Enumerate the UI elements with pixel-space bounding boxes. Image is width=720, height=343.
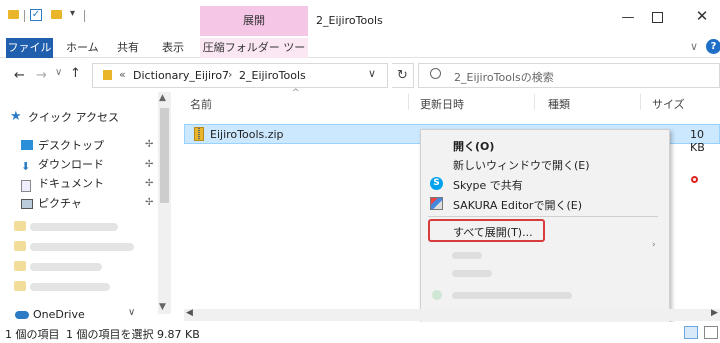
pin-icon: ✢: [145, 139, 154, 150]
tab-share[interactable]: 共有: [117, 38, 139, 58]
star-icon: ★: [10, 109, 22, 124]
menu-item-open-new-window[interactable]: 新しいウィンドウで開く(E): [453, 157, 590, 173]
zipper-icon: [198, 128, 200, 139]
large-icons-view-button[interactable]: [704, 326, 718, 339]
nav-quick-access[interactable]: クイック アクセス: [28, 109, 119, 125]
chevron-down-icon[interactable]: ∨: [128, 307, 135, 318]
folder-icon: [8, 10, 19, 19]
pin-icon: ✢: [145, 178, 154, 189]
search-placeholder: 2_EijiroToolsの検索: [454, 71, 554, 84]
refresh-button[interactable]: ↻: [392, 63, 414, 88]
nav-item-documents[interactable]: ドキュメント: [38, 175, 104, 193]
new-folder-icon[interactable]: [51, 10, 62, 19]
recent-locations-dropdown[interactable]: ∨: [55, 67, 62, 78]
redacted-menu-icon: [432, 290, 442, 300]
redacted-nav-item[interactable]: [30, 263, 102, 271]
extract-all-highlight: [428, 219, 545, 242]
redacted-nav-item[interactable]: [30, 283, 110, 291]
folder-icon: [14, 281, 26, 291]
breadcrumb-segment[interactable]: Dictionary_Eijiro7: [133, 69, 229, 82]
folder-icon: [14, 221, 26, 231]
horizontal-scrollbar[interactable]: [184, 309, 720, 321]
status-item-count: 1 個の項目: [5, 328, 60, 341]
divider: [24, 10, 25, 22]
scroll-down-icon[interactable]: ▼: [159, 302, 166, 312]
breadcrumb-separator[interactable]: ›: [228, 68, 232, 81]
tab-extract-label: 展開: [243, 14, 265, 27]
search-icon: [430, 68, 441, 79]
pin-icon: ✢: [145, 197, 154, 208]
nav-item-pictures[interactable]: ピクチャ: [38, 195, 82, 213]
properties-icon[interactable]: ✓: [30, 9, 42, 21]
tab-home[interactable]: ホーム: [66, 38, 99, 58]
desktop-icon: [21, 140, 33, 150]
column-divider[interactable]: [534, 94, 535, 110]
folder-icon: [14, 261, 26, 271]
folder-icon: [103, 70, 112, 80]
redacted-menu-item[interactable]: [452, 252, 482, 259]
window-title: 2_EijiroTools: [316, 14, 383, 27]
address-dropdown[interactable]: ∨: [368, 67, 376, 80]
tab-compressed-folder-tools[interactable]: 圧縮フォルダー ツール: [200, 38, 308, 74]
sakura-editor-icon: [430, 197, 443, 210]
download-icon: ⬇: [21, 160, 31, 173]
divider: [84, 10, 85, 22]
menu-item-open[interactable]: 開く(O): [453, 138, 494, 154]
folder-icon: [14, 241, 26, 251]
file-name[interactable]: EijiroTools.zip: [210, 128, 284, 141]
quick-access-toolbar-dropdown[interactable]: ▾: [70, 8, 75, 19]
tab-view[interactable]: 表示: [162, 38, 184, 58]
file-size: 10 KB: [690, 128, 705, 154]
breadcrumb-overflow[interactable]: «: [119, 68, 126, 81]
help-icon[interactable]: ?: [706, 39, 720, 54]
nav-item-downloads[interactable]: ダウンロード: [38, 156, 104, 174]
close-button[interactable]: ✕: [694, 7, 710, 25]
cloud-icon: [15, 311, 29, 319]
maximize-button[interactable]: [652, 12, 663, 23]
expand-ribbon-icon[interactable]: ∨: [690, 40, 698, 53]
ribbon-tabs: [0, 36, 720, 58]
menu-item-skype-share[interactable]: Skype で共有: [453, 177, 523, 193]
menu-item-sakura-open[interactable]: SAKURA Editorで開く(E): [453, 197, 582, 213]
redacted-nav-item[interactable]: [30, 243, 134, 251]
column-header-modified[interactable]: 更新日時: [420, 96, 464, 112]
column-divider[interactable]: [408, 94, 409, 110]
status-selection: 1 個の項目を選択 9.87 KB: [66, 328, 200, 341]
column-header-type[interactable]: 種類: [548, 96, 570, 112]
breadcrumb-segment[interactable]: 2_EijiroTools: [239, 69, 306, 82]
redacted-menu-item[interactable]: [452, 292, 572, 299]
scroll-left-icon[interactable]: ◀: [186, 308, 193, 318]
nav-item-desktop[interactable]: デスクトップ: [38, 137, 104, 155]
tab-file[interactable]: ファイル: [6, 38, 53, 58]
forward-button[interactable]: →: [36, 68, 47, 83]
scroll-up-icon[interactable]: ▲: [159, 93, 166, 103]
redacted-nav-item[interactable]: [30, 223, 118, 231]
pictures-icon: [21, 199, 33, 209]
submenu-arrow-icon: ›: [652, 240, 656, 250]
column-header-name[interactable]: 名前: [190, 96, 212, 112]
pin-icon: ✢: [145, 159, 154, 170]
column-divider[interactable]: [640, 94, 641, 110]
back-button[interactable]: ←: [14, 68, 25, 83]
skype-icon: S: [430, 177, 443, 190]
notification-dot: [691, 176, 698, 183]
column-header-size[interactable]: サイズ: [652, 96, 685, 112]
sort-ascending-icon: ^: [292, 88, 300, 98]
up-button[interactable]: ↑: [70, 66, 81, 81]
scroll-right-icon[interactable]: ▶: [711, 308, 718, 318]
details-view-button[interactable]: [684, 326, 698, 339]
menu-divider: [428, 216, 658, 217]
documents-icon: [21, 180, 31, 192]
tab-extract-context[interactable]: 展開: [200, 6, 308, 36]
nav-scroll-thumb[interactable]: [160, 108, 169, 203]
minimize-button[interactable]: —: [618, 10, 638, 26]
redacted-menu-item[interactable]: [452, 270, 492, 277]
